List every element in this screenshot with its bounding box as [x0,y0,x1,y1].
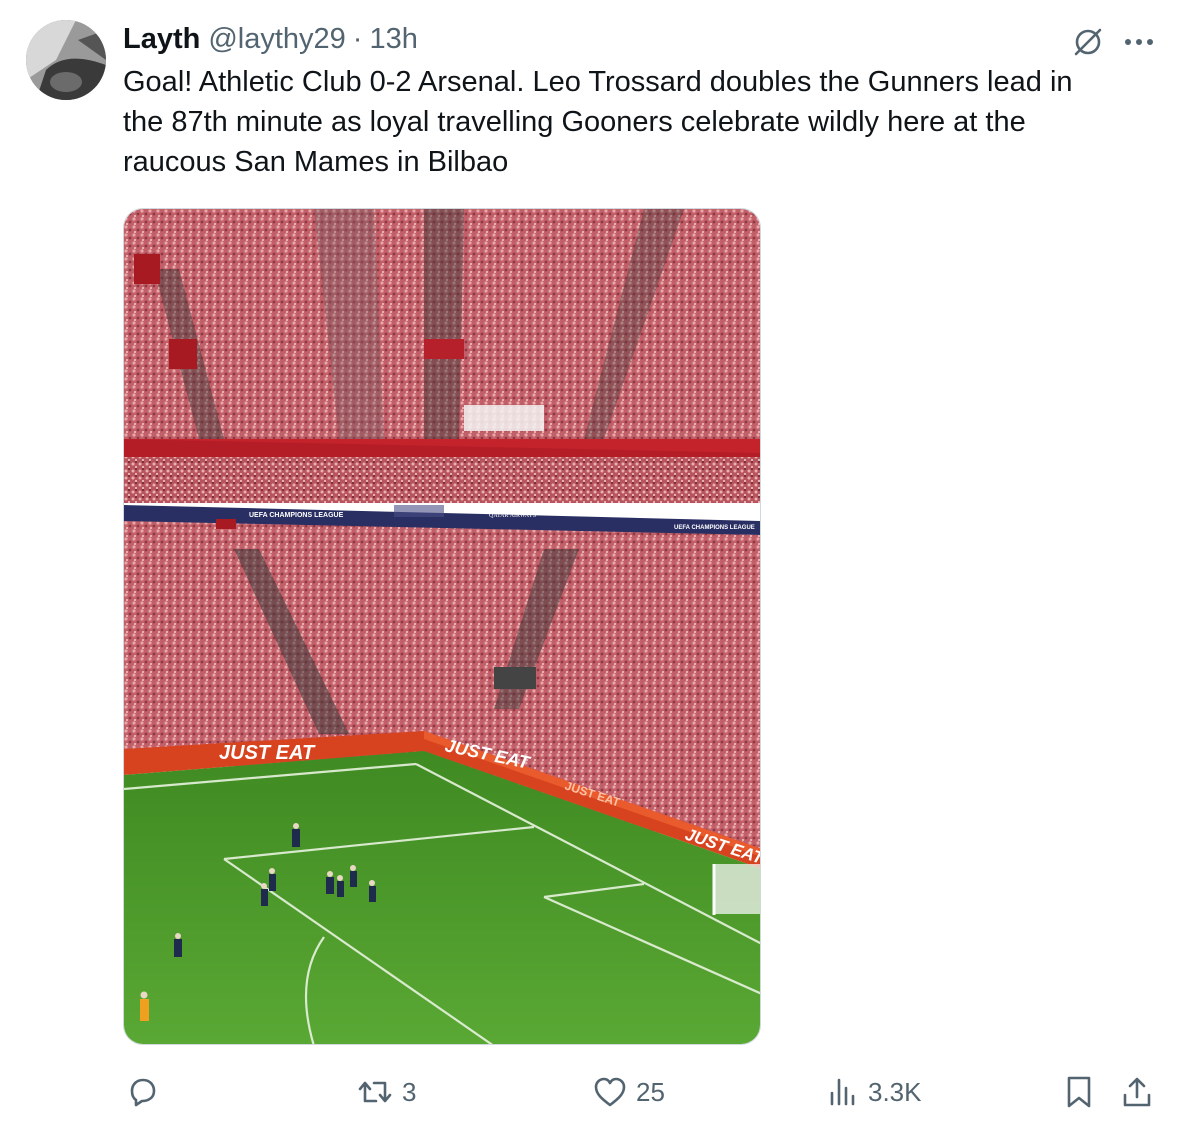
action-bar: 3 25 3.3K [0,1066,1190,1118]
more-icon [1125,39,1153,45]
post-text-line: Goal! Athletic Club 0-2 Arsenal. Leo Tro… [123,66,1073,98]
repost-count: 3 [402,1076,417,1107]
avatar[interactable] [26,20,106,100]
post-text: Goal! Athletic Club 0-2 Arsenal. Leo Tro… [123,62,1153,182]
views-count: 3.3K [868,1076,922,1107]
views-button[interactable]: 3.3K [826,1066,922,1118]
post-media[interactable]: UEFA CHAMPIONS LEAGUE QATAR AIRWAYS UEFA… [123,208,761,1045]
bookmark-button[interactable] [1062,1066,1096,1118]
separator-dot: · [352,22,363,55]
share-button[interactable] [1120,1066,1154,1118]
like-icon [594,1077,626,1107]
stadium-photo: UEFA CHAMPIONS LEAGUE QATAR AIRWAYS UEFA… [124,209,760,1044]
banner-text-mid: QATAR AIRWAYS [489,513,536,519]
author-name[interactable]: Layth [123,23,200,56]
repost-icon [358,1081,392,1103]
banner-text-right: UEFA CHAMPIONS LEAGUE [674,525,755,531]
post-header: Layth @laythy29 · 13h [123,22,418,56]
bookmark-icon [1067,1076,1091,1108]
repost-button[interactable]: 3 [356,1066,416,1118]
reply-icon [130,1078,156,1107]
author-handle[interactable]: @laythy29 [208,23,345,56]
grok-button[interactable] [1068,22,1108,62]
like-count: 25 [636,1076,665,1107]
like-button[interactable]: 25 [592,1066,665,1118]
avatar-image [26,20,106,100]
banner-text-left: UEFA CHAMPIONS LEAGUE [249,512,344,519]
post-text-line: the 87th minute as loyal travelling Goon… [123,106,1026,138]
share-icon [1123,1077,1151,1107]
reply-button[interactable] [124,1066,168,1118]
post-text-line: raucous San Mames in Bilbao [123,146,509,178]
board-text-1: JUST EAT [219,742,316,764]
grok-icon [1074,28,1102,56]
post-time[interactable]: 13h [369,23,417,56]
views-icon [830,1078,855,1106]
more-button[interactable] [1119,22,1159,62]
